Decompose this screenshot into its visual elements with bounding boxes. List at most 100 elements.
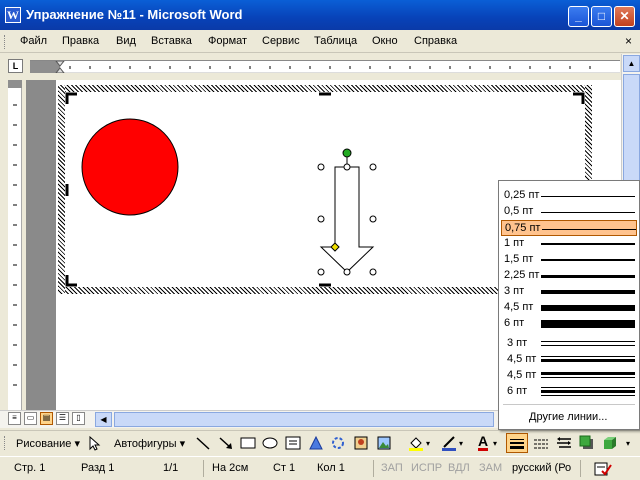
line-weight-item[interactable]: 1,5 пт [501,252,637,268]
line-weight-item[interactable]: 0,25 пт [501,188,637,204]
scroll-thumb[interactable] [623,74,640,184]
arrow-tool-icon[interactable] [218,435,234,451]
line-weight-item[interactable]: 0,5 пт [501,204,637,220]
toolbar-options-icon[interactable]: ▾ [626,439,630,448]
diagram-icon[interactable] [330,435,346,451]
rectangle-tool-icon[interactable] [240,435,256,451]
line-weight-label: 0,5 пт [504,205,534,217]
line-weight-sample [541,259,635,261]
wordart-icon[interactable] [308,435,324,451]
line-color-dropdown-icon[interactable]: ▾ [459,439,463,448]
line-weight-label: 3 пт [507,337,528,349]
menu-tools[interactable]: Сервис [262,35,300,47]
dash-style-icon[interactable] [533,435,549,451]
reading-view-icon[interactable]: ▯ [72,412,85,425]
line-weight-item[interactable]: 1 пт [501,236,637,252]
font-color-dropdown-icon[interactable]: ▾ [493,439,497,448]
line-color-icon[interactable] [441,435,457,451]
insert-picture-icon[interactable] [376,435,392,451]
line-weight-item[interactable]: 4,5 пт [501,368,637,384]
ruler-strip[interactable] [30,60,620,73]
scroll-left-icon[interactable]: ◀ [95,412,112,427]
textbox-tool-icon[interactable] [285,435,301,451]
line-weight-item[interactable]: 6 пт [501,316,637,332]
menu-window[interactable]: Окно [372,35,398,47]
scroll-up-icon[interactable]: ▲ [623,55,640,72]
spelling-check-icon[interactable] [594,461,612,477]
status-line: Ст 1 [273,462,296,474]
drawing-toolbar: Рисование ▾ Автофигуры ▾ ▾ ▾ A ▾ ▾ [0,430,640,454]
print-layout-view-icon[interactable]: ▤ [40,412,53,425]
select-objects-icon[interactable] [86,435,102,451]
status-section: Разд 1 [81,462,115,474]
normal-view-icon[interactable]: ≡ [8,412,21,425]
close-document-icon[interactable]: × [625,34,632,48]
line-weight-label: 4,5 пт [507,353,537,365]
line-weight-label: 4,5 пт [504,301,534,313]
3d-style-icon[interactable] [602,435,618,451]
menu-separator [503,404,635,405]
minimize-button[interactable]: _ [568,6,589,27]
arrow-style-icon[interactable] [556,435,572,451]
menu-format[interactable]: Формат [208,35,247,47]
draw-menu-label: Рисование [16,438,72,450]
line-tool-icon[interactable] [195,435,211,451]
shadow-style-icon[interactable] [579,435,595,451]
line-weight-label: 2,25 пт [504,269,540,281]
line-weight-item[interactable]: 2,25 пт [501,268,637,284]
clipart-icon[interactable] [353,435,369,451]
toolbar-grip[interactable] [4,35,7,49]
menu-help[interactable]: Справка [414,35,457,47]
line-weight-item[interactable]: 4,5 пт [501,352,637,368]
line-weight-sample [541,243,635,245]
status-overtype[interactable]: ЗАМ [479,462,502,474]
red-circle-shape [81,118,179,216]
web-view-icon[interactable]: ▭ [24,412,37,425]
line-weight-sample [541,320,635,328]
line-weight-item[interactable]: 0,75 пт [501,220,637,236]
down-arrow-shape [319,166,375,273]
line-weight-label: 4,5 пт [507,369,537,381]
menu-edit[interactable]: Правка [62,35,99,47]
line-weight-item[interactable]: 6 пт [501,384,637,400]
status-language[interactable]: русский (Ро [512,462,571,474]
line-weight-sample [541,372,635,378]
status-track-changes[interactable]: ИСПР [411,462,442,474]
line-weight-sample [541,290,635,294]
line-weight-item[interactable]: 4,5 пт [501,300,637,316]
line-weight-item[interactable]: 3 пт [501,284,637,300]
autoshapes-label: Автофигуры [114,438,177,450]
status-record[interactable]: ЗАП [381,462,403,474]
menu-view[interactable]: Вид [116,35,136,47]
close-button[interactable]: ✕ [614,6,635,27]
maximize-button[interactable]: □ [591,6,612,27]
menu-table[interactable]: Таблица [314,35,357,47]
line-weight-item[interactable]: 3 пт [501,336,637,352]
menu-insert[interactable]: Вставка [151,35,192,47]
tab-selector-button[interactable]: L [8,59,23,73]
rotation-handle [342,148,352,158]
fill-color-icon[interactable] [408,435,424,451]
line-weight-sample [541,212,635,213]
outline-view-icon[interactable]: ☰ [56,412,69,425]
vertical-ruler[interactable] [8,80,22,410]
line-style-button[interactable] [506,433,528,453]
drawbar-grip[interactable] [4,436,7,450]
fill-color-dropdown-icon[interactable]: ▾ [426,439,430,448]
word-app-icon[interactable]: W [5,7,21,23]
menu-file[interactable]: Файл [20,35,47,47]
line-weight-menu: 0,25 пт 0,5 пт 0,75 пт 1 пт 1,5 пт 2,25 пт 3 п… [498,180,640,430]
font-color-icon[interactable]: A [478,434,489,451]
autoshapes-menu-button[interactable]: Автофигуры ▾ [114,437,185,450]
line-weight-sample [541,341,635,346]
line-weight-sample [542,229,636,230]
oval-tool-icon[interactable] [262,435,278,451]
draw-menu-button[interactable]: Рисование ▾ [16,437,80,450]
line-weight-label: 6 пт [507,385,528,397]
status-extend[interactable]: ВДЛ [448,462,470,474]
window-title: Упражнение №11 - Microsoft Word [26,7,243,22]
line-weight-sample [541,387,635,396]
line-weight-label: 0,25 пт [504,189,540,201]
more-lines-menu-item[interactable]: Другие линии... [529,411,607,423]
hscroll-thumb[interactable] [114,412,494,427]
